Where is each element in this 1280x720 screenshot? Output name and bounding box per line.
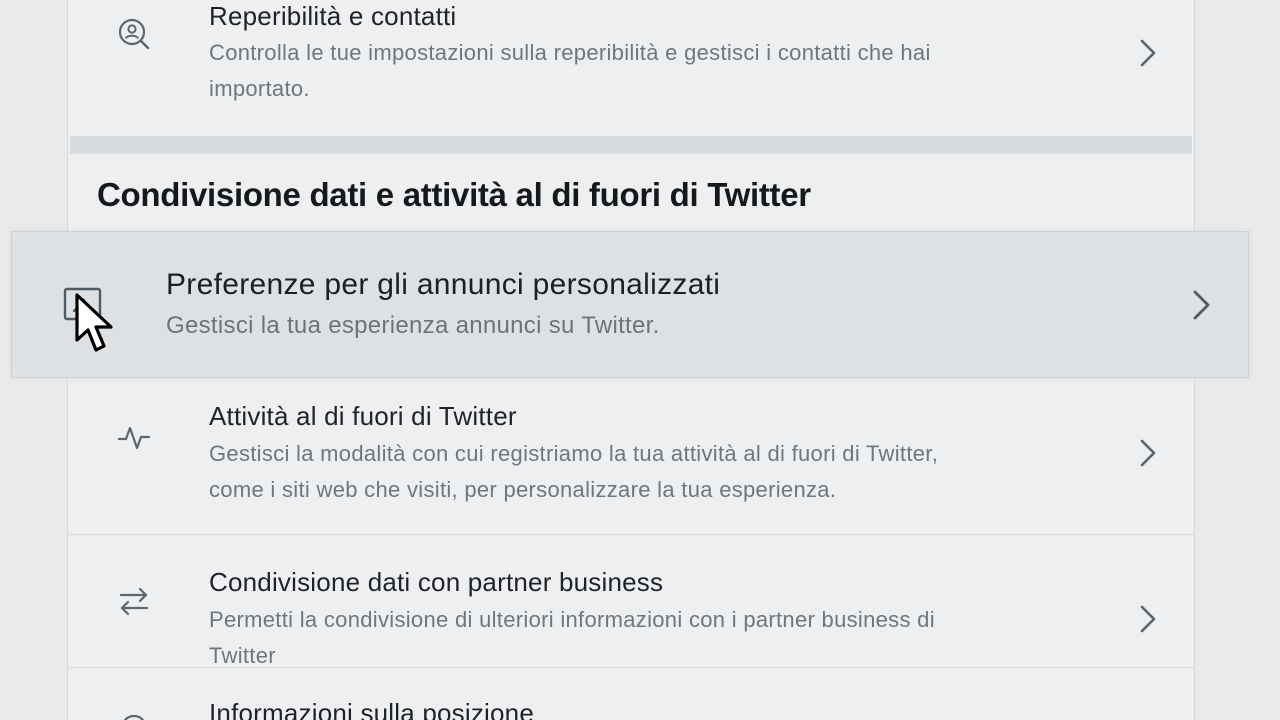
chevron-right-icon: [1136, 438, 1160, 468]
section-divider: [70, 136, 1192, 154]
row-title: Attività al di fuori di Twitter: [209, 401, 517, 431]
section-heading: Condivisione dati e attività al di fuori…: [97, 176, 811, 213]
settings-row-off-twitter-activity[interactable]: Attività al di fuori di Twitter Gestisci…: [68, 379, 1194, 534]
person-search-icon: [116, 16, 152, 52]
swap-arrows-icon: [116, 583, 152, 619]
settings-row-business-partners[interactable]: Condivisione dati con partner business P…: [68, 535, 1194, 668]
row-description: Gestisci la modalità con cui registriamo…: [209, 436, 1069, 508]
activity-pulse-icon: [116, 419, 152, 455]
row-description: Permetti la condivisione di ulteriori in…: [209, 602, 1069, 674]
mouse-cursor-icon: [74, 292, 122, 358]
row-description-line: importato.: [209, 76, 310, 101]
settings-row-personalized-ads[interactable]: Preferenze per gli annunci personalizzat…: [11, 231, 1249, 378]
location-pin-icon: [116, 712, 152, 720]
screen: Reperibilità e contatti Controlla le tue…: [0, 0, 1280, 720]
chevron-right-icon: [1188, 288, 1214, 322]
row-description-line: come i siti web che visiti, per personal…: [209, 477, 837, 502]
settings-row-discoverability[interactable]: Reperibilità e contatti Controlla le tue…: [68, 0, 1194, 136]
row-title: Reperibilità e contatti: [209, 1, 457, 31]
settings-row-location[interactable]: Informazioni sulla posizione: [68, 668, 1194, 720]
row-title: Condivisione dati con partner business: [209, 567, 664, 597]
row-description-line: Controlla le tue impostazioni sulla repe…: [209, 40, 931, 65]
row-title: Preferenze per gli annunci personalizzat…: [166, 268, 721, 301]
row-description-line: Permetti la condivisione di ulteriori in…: [209, 607, 935, 632]
row-title: Informazioni sulla posizione: [209, 698, 534, 720]
row-description-line: Gestisci la modalità con cui registriamo…: [209, 441, 939, 466]
chevron-right-icon: [1136, 38, 1160, 68]
row-description: Gestisci la tua esperienza annunci su Tw…: [166, 312, 660, 339]
row-description: Controlla le tue impostazioni sulla repe…: [209, 35, 1069, 107]
chevron-right-icon: [1136, 604, 1160, 634]
